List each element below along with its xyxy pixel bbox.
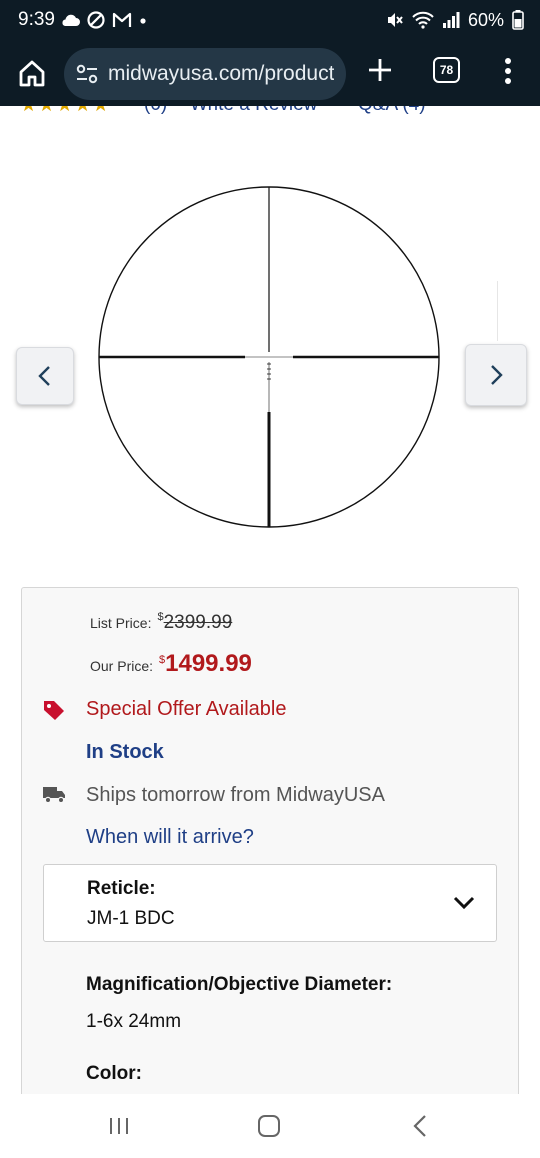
gallery-next-button[interactable] (465, 344, 527, 406)
magnification-label: Magnification/Objective Diameter: (86, 974, 393, 995)
chevron-down-icon (453, 896, 475, 910)
rating-stars: ★★★★★ (20, 106, 110, 117)
menu-icon[interactable] (498, 56, 518, 86)
browser-toolbar: midwayusa.com/product 78 (0, 42, 540, 106)
our-price-value: 1499.99 (165, 650, 252, 677)
page-content: ★★★★★ (0) Write a Review Q&A (4) List Pr… (0, 106, 540, 1094)
gallery-prev-button[interactable] (16, 347, 74, 405)
list-price-label: List Price: (90, 615, 152, 631)
signal-icon (442, 12, 460, 28)
mute-icon (387, 13, 403, 27)
list-price-row: List Price: $ 2399.99 (90, 611, 233, 634)
url-text[interactable]: midwayusa.com/product (108, 62, 334, 86)
color-label: Color: (86, 1063, 142, 1084)
system-nav-bar (0, 1094, 540, 1158)
reticle-label: Reticle: (87, 878, 156, 899)
cloud-icon (62, 14, 80, 26)
rating-row: ★★★★★ (0) Write a Review Q&A (4) (20, 106, 520, 117)
shipping-info: Ships tomorrow from MidwayUSA (86, 784, 385, 806)
home-nav-icon[interactable] (254, 1112, 284, 1140)
wifi-icon (412, 11, 434, 29)
gmail-icon (112, 12, 132, 27)
list-price-value: 2399.99 (163, 612, 233, 633)
dot-icon (140, 18, 146, 24)
chevron-left-icon (38, 366, 50, 386)
address-bar[interactable]: midwayusa.com/product (64, 48, 346, 100)
our-price-row: Our Price: $ 1499.99 (90, 650, 252, 678)
status-right-icons: 60% (386, 8, 524, 32)
do-not-disturb-icon (87, 11, 105, 29)
magnification-value[interactable]: 1-6x 24mm (86, 1011, 181, 1033)
home-icon[interactable] (14, 56, 50, 92)
reticle-select[interactable]: Reticle: JM-1 BDC (43, 864, 497, 942)
battery-percent: 60% (467, 9, 504, 30)
price-tag-icon (44, 701, 64, 720)
our-price-label: Our Price: (90, 658, 154, 674)
recent-apps-icon[interactable] (104, 1112, 134, 1140)
list-price-currency: $ (157, 611, 164, 623)
chevron-right-icon (491, 365, 503, 385)
gallery-divider (497, 281, 498, 341)
back-icon[interactable] (406, 1112, 436, 1140)
reticle-value: JM-1 BDC (87, 908, 175, 929)
write-review-link[interactable]: Write a Review (190, 106, 317, 116)
status-time: 9:39 (18, 9, 55, 30)
stock-status: In Stock (86, 741, 164, 763)
special-offer-link[interactable]: Special Offer Available (86, 698, 287, 721)
truck-icon (43, 787, 65, 804)
site-settings-icon[interactable] (74, 61, 100, 87)
status-bar: 9:39 60% (0, 0, 540, 42)
our-price-currency: $ (159, 654, 166, 666)
tab-switcher-button[interactable]: 78 (433, 57, 460, 83)
purchase-panel: List Price: $ 2399.99 Our Price: $ 1499.… (21, 587, 519, 1094)
new-tab-icon[interactable] (366, 56, 394, 84)
review-count[interactable]: (0) (144, 106, 167, 116)
arrival-link[interactable]: When will it arrive? (86, 826, 254, 849)
battery-icon (512, 10, 524, 30)
status-left-icons (60, 8, 148, 32)
qa-link[interactable]: Q&A (4) (358, 106, 426, 116)
product-image-reticle (98, 186, 440, 528)
